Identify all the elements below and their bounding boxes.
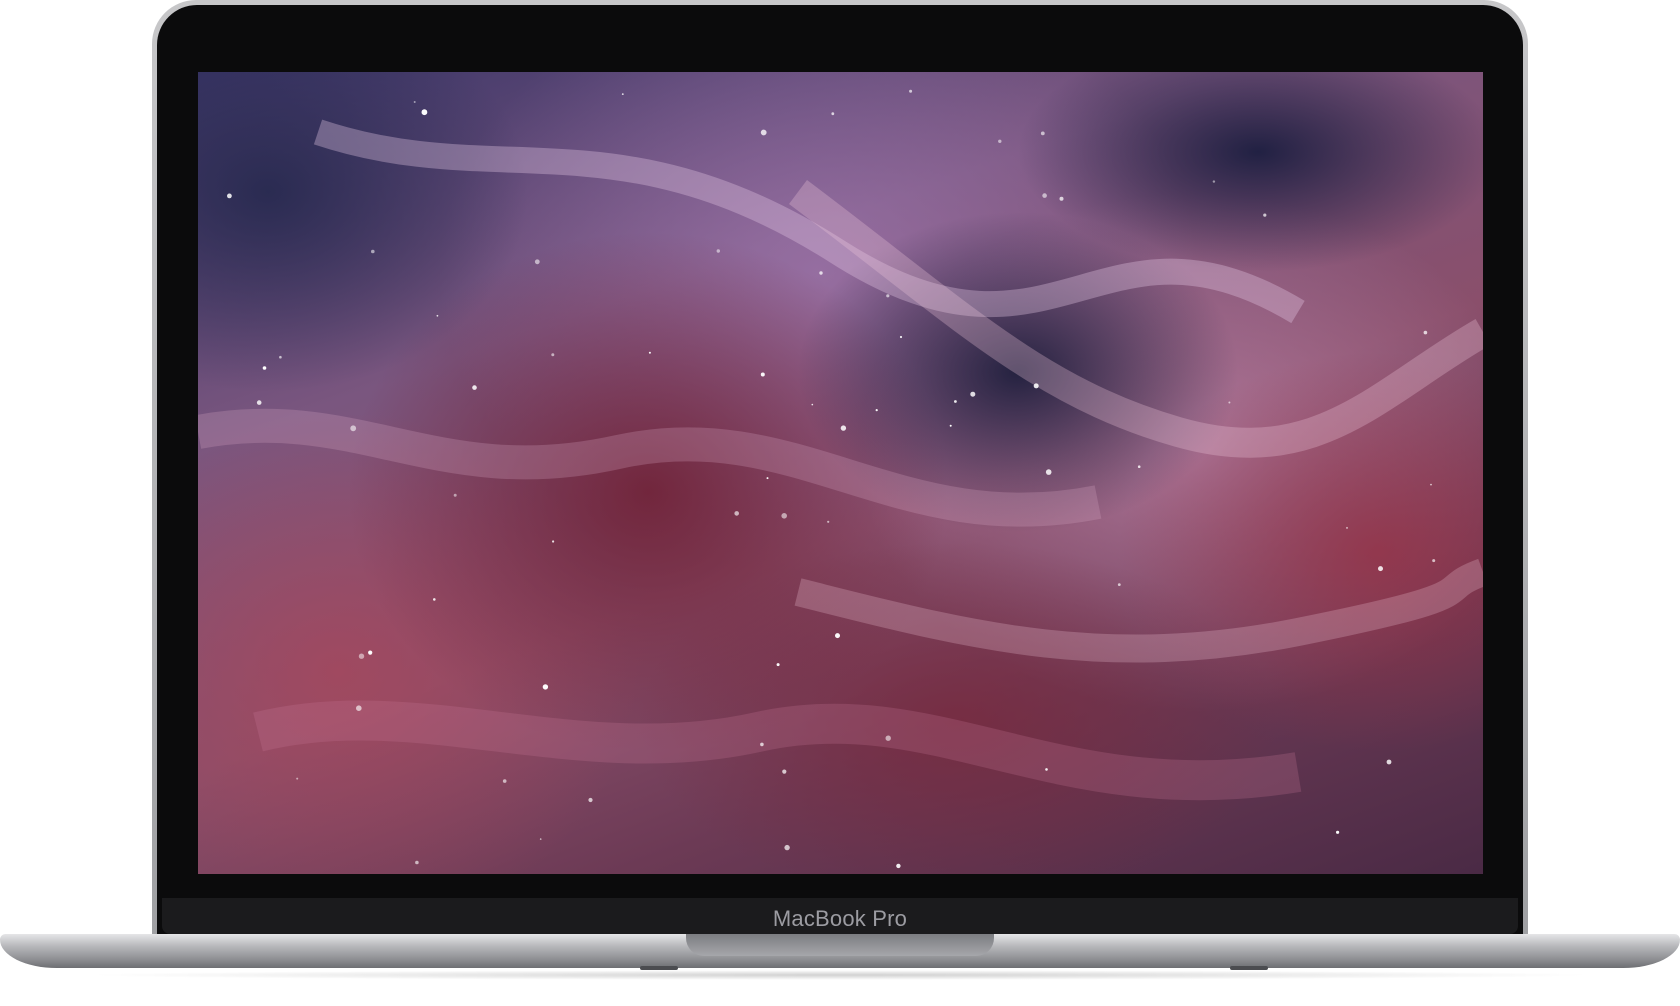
- star: [413, 101, 416, 103]
- star: [875, 409, 878, 412]
- star: [551, 353, 555, 357]
- star: [1040, 131, 1045, 136]
- star: [227, 193, 232, 199]
- star: [1346, 526, 1348, 529]
- star: [760, 742, 764, 747]
- star: [782, 769, 787, 774]
- wallpaper-stars: [198, 89, 1483, 869]
- star: [716, 249, 720, 253]
- star: [371, 249, 375, 254]
- star: [1378, 566, 1383, 572]
- star: [1263, 213, 1267, 217]
- desktop-wallpaper: [198, 72, 1483, 874]
- star: [1430, 483, 1432, 486]
- star: [648, 351, 651, 354]
- star: [811, 403, 814, 406]
- star: [835, 633, 840, 639]
- star: [350, 425, 357, 432]
- nebula-wisp: [313, 119, 1305, 324]
- star: [1059, 196, 1064, 201]
- star: [502, 779, 507, 783]
- star: [256, 400, 262, 405]
- star: [899, 335, 903, 339]
- star: [588, 797, 593, 803]
- star: [1137, 465, 1141, 469]
- star: [1042, 193, 1047, 198]
- star: [1033, 383, 1039, 389]
- star: [954, 400, 957, 403]
- star: [781, 513, 787, 519]
- star: [262, 366, 267, 370]
- star: [734, 511, 739, 516]
- base-foot: [640, 966, 678, 970]
- star: [436, 314, 439, 317]
- star: [885, 735, 891, 741]
- star: [896, 863, 901, 869]
- star: [1228, 401, 1231, 404]
- star: [909, 89, 913, 93]
- star: [453, 493, 457, 497]
- star: [1045, 469, 1052, 475]
- star: [534, 259, 540, 265]
- nebula-wisp: [794, 558, 1483, 663]
- star: [1045, 768, 1048, 771]
- star: [358, 653, 365, 659]
- star: [1432, 559, 1436, 563]
- star: [472, 385, 477, 390]
- star: [368, 650, 373, 655]
- model-label: MacBook Pro: [772, 906, 908, 931]
- star: [433, 598, 436, 601]
- star: [840, 425, 847, 431]
- star: [279, 355, 282, 359]
- star: [1212, 180, 1216, 183]
- star: [621, 93, 624, 95]
- star: [415, 860, 419, 865]
- star: [539, 838, 542, 840]
- nebula-wisp: [198, 408, 1102, 527]
- opening-notch: [686, 934, 994, 956]
- star: [1117, 583, 1121, 586]
- star: [552, 540, 555, 543]
- star: [766, 477, 769, 480]
- base-foot: [1230, 966, 1268, 970]
- star: [296, 777, 299, 780]
- star: [827, 520, 830, 523]
- star: [1423, 330, 1428, 335]
- star: [760, 129, 767, 136]
- nebula-wisp: [253, 700, 1302, 801]
- star: [949, 424, 952, 427]
- star: [886, 294, 890, 298]
- device-shadow: [80, 970, 1600, 980]
- star: [1336, 830, 1340, 834]
- star: [819, 271, 823, 275]
- star: [421, 109, 428, 116]
- star: [970, 391, 976, 397]
- star: [998, 139, 1002, 143]
- star: [831, 112, 835, 116]
- nebula-wisp: [788, 180, 1483, 458]
- star: [760, 372, 765, 377]
- laptop-mockup: MacBook Pro: [0, 0, 1680, 1006]
- star: [776, 663, 780, 667]
- star: [356, 705, 362, 711]
- star: [542, 684, 549, 690]
- star: [784, 844, 790, 851]
- star: [1386, 759, 1392, 765]
